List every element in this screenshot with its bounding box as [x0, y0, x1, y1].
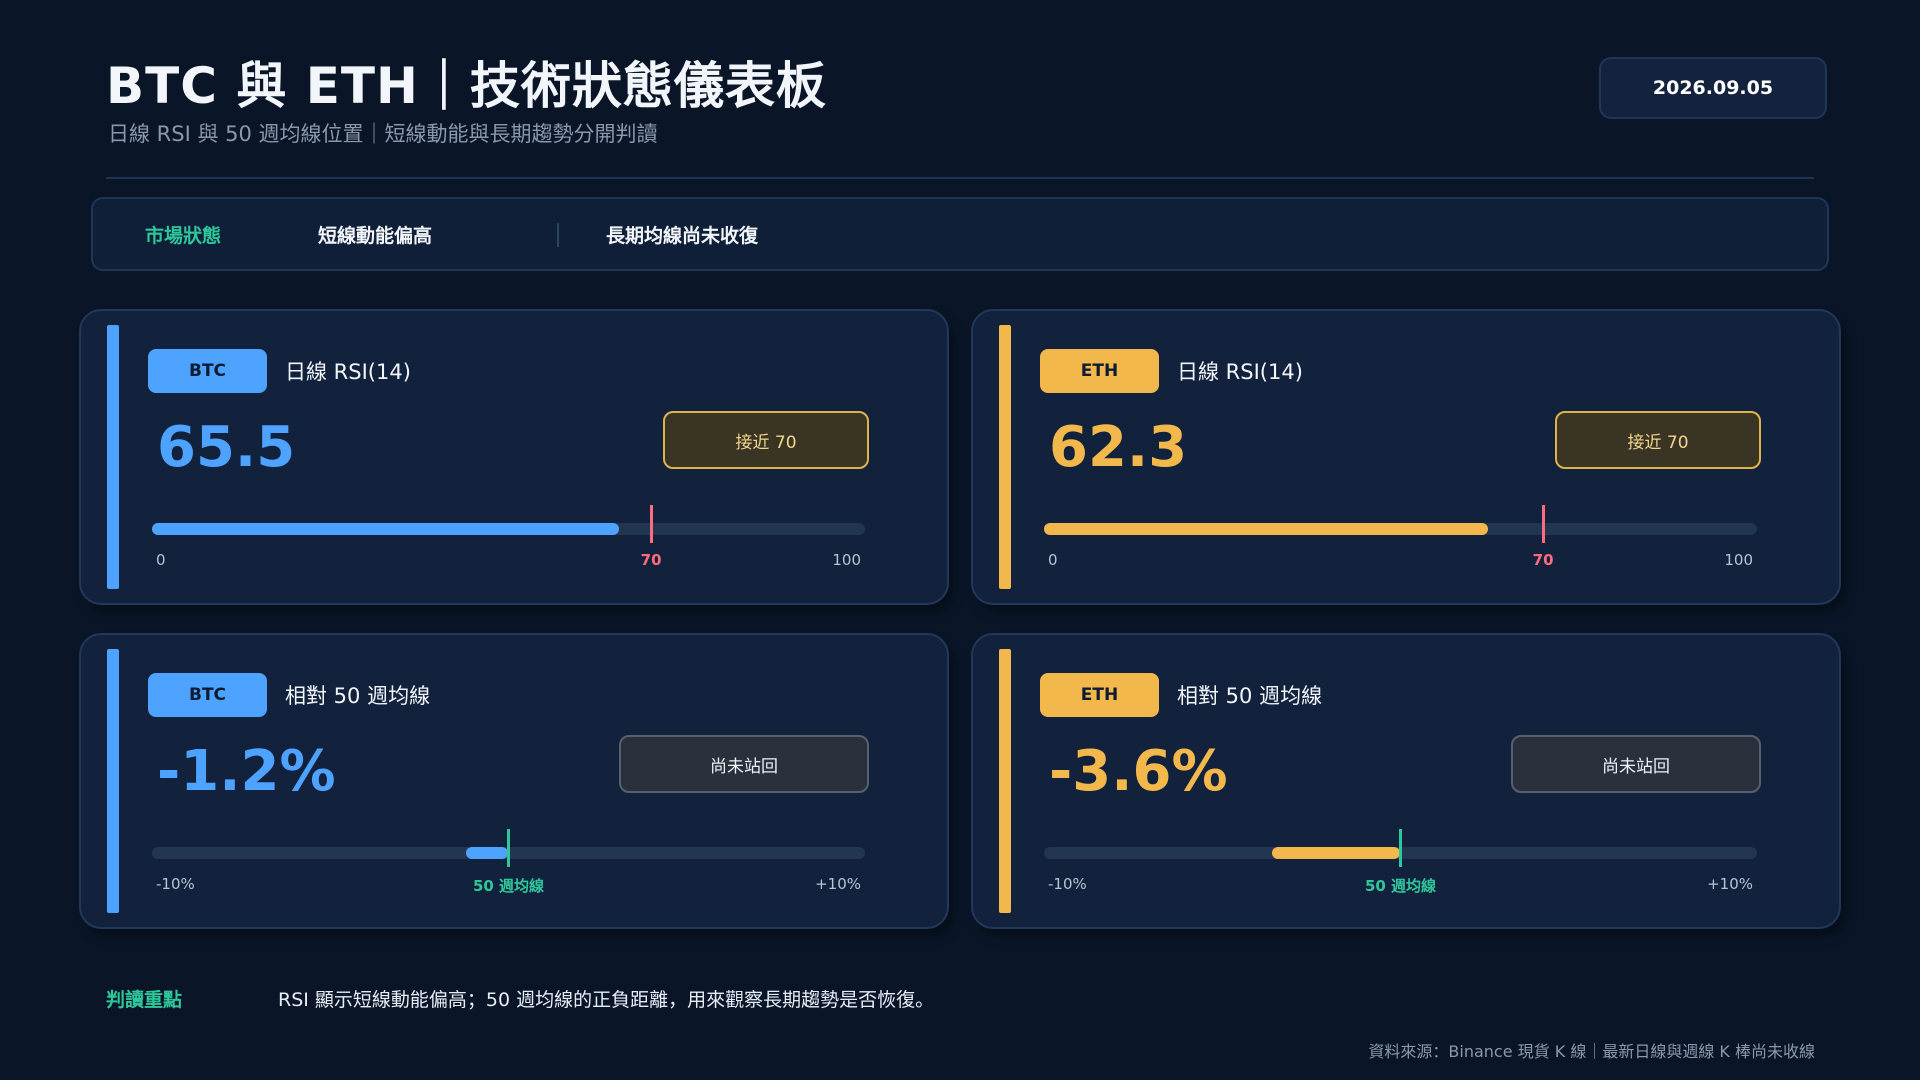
data-source: 資料來源：Binance 現貨 K 線｜最新日線與週線 K 棒尚未收線	[1368, 1042, 1815, 1061]
header-divider	[106, 177, 1814, 179]
tick-max: +10%	[1707, 875, 1753, 893]
metric-value: -3.6%	[1049, 739, 1228, 804]
tick-max: 100	[832, 551, 861, 569]
status-badge: 接近 70	[1555, 411, 1761, 469]
btc-ma-card: BTC 相對 50 週均線 -1.2% 尚未站回 -10% 50 週均線 +10…	[79, 633, 949, 929]
metric-value: 62.3	[1049, 415, 1188, 480]
eth-rsi-card: ETH 日線 RSI(14) 62.3 接近 70 0 70 100	[971, 309, 1841, 605]
tick-max: 100	[1724, 551, 1753, 569]
gauge-track	[1044, 829, 1757, 867]
gauge-marker	[1399, 829, 1402, 867]
gauge-fill	[1044, 523, 1489, 535]
status-separator	[557, 223, 559, 247]
gauge-track	[152, 829, 865, 867]
asset-tag: BTC	[148, 673, 267, 717]
page-subtitle: 日線 RSI 與 50 週均線位置｜短線動能與長期趨勢分開判讀	[108, 122, 658, 146]
tick-marker: 50 週均線	[472, 877, 545, 895]
status-badge: 尚未站回	[619, 735, 869, 793]
status-badge: 接近 70	[663, 411, 869, 469]
metric-label: 相對 50 週均線	[285, 684, 431, 708]
btc-rsi-card: BTC 日線 RSI(14) 65.5 接近 70 0 70 100	[79, 309, 949, 605]
tick-max: +10%	[815, 875, 861, 893]
gauge-marker	[507, 829, 510, 867]
tick-min: 0	[156, 551, 166, 569]
status-badge: 尚未站回	[1511, 735, 1761, 793]
card-accent-bar	[107, 649, 119, 913]
metric-value: 65.5	[157, 415, 296, 480]
long-term-status: 長期均線尚未收復	[606, 225, 759, 247]
asset-tag: ETH	[1040, 673, 1159, 717]
tick-min: -10%	[1048, 875, 1087, 893]
metric-label: 日線 RSI(14)	[285, 360, 411, 384]
asset-tag: ETH	[1040, 349, 1159, 393]
gauge-fill	[1272, 847, 1401, 859]
tick-min: -10%	[156, 875, 195, 893]
gauge-marker	[1541, 505, 1545, 543]
gauge-track	[152, 505, 865, 543]
market-status-bar: 市場狀態 短線動能偏高 長期均線尚未收復	[91, 197, 1829, 271]
date-badge: 2026.09.05	[1599, 57, 1827, 119]
footer-text: RSI 顯示短線動能偏高；50 週均線的正負距離，用來觀察長期趨勢是否恢復。	[278, 989, 935, 1011]
tick-marker: 70	[1532, 551, 1554, 569]
card-accent-bar	[999, 649, 1011, 913]
gauge-marker	[649, 505, 653, 543]
gauge-fill	[152, 523, 619, 535]
eth-ma-card: ETH 相對 50 週均線 -3.6% 尚未站回 -10% 50 週均線 +10…	[971, 633, 1841, 929]
page-title: BTC 與 ETH｜技術狀態儀表板	[106, 57, 827, 115]
tick-marker: 70	[640, 551, 662, 569]
metric-value: -1.2%	[157, 739, 336, 804]
market-status-label: 市場狀態	[145, 225, 222, 247]
asset-tag: BTC	[148, 349, 267, 393]
tick-min: 0	[1048, 551, 1058, 569]
card-accent-bar	[107, 325, 119, 589]
footer-label: 判讀重點	[106, 989, 183, 1011]
metric-label: 相對 50 週均線	[1177, 684, 1323, 708]
gauge-fill	[465, 847, 509, 859]
metric-label: 日線 RSI(14)	[1177, 360, 1303, 384]
gauge-track	[1044, 505, 1757, 543]
card-accent-bar	[999, 325, 1011, 589]
tick-marker: 50 週均線	[1364, 877, 1437, 895]
short-term-status: 短線動能偏高	[318, 225, 433, 247]
